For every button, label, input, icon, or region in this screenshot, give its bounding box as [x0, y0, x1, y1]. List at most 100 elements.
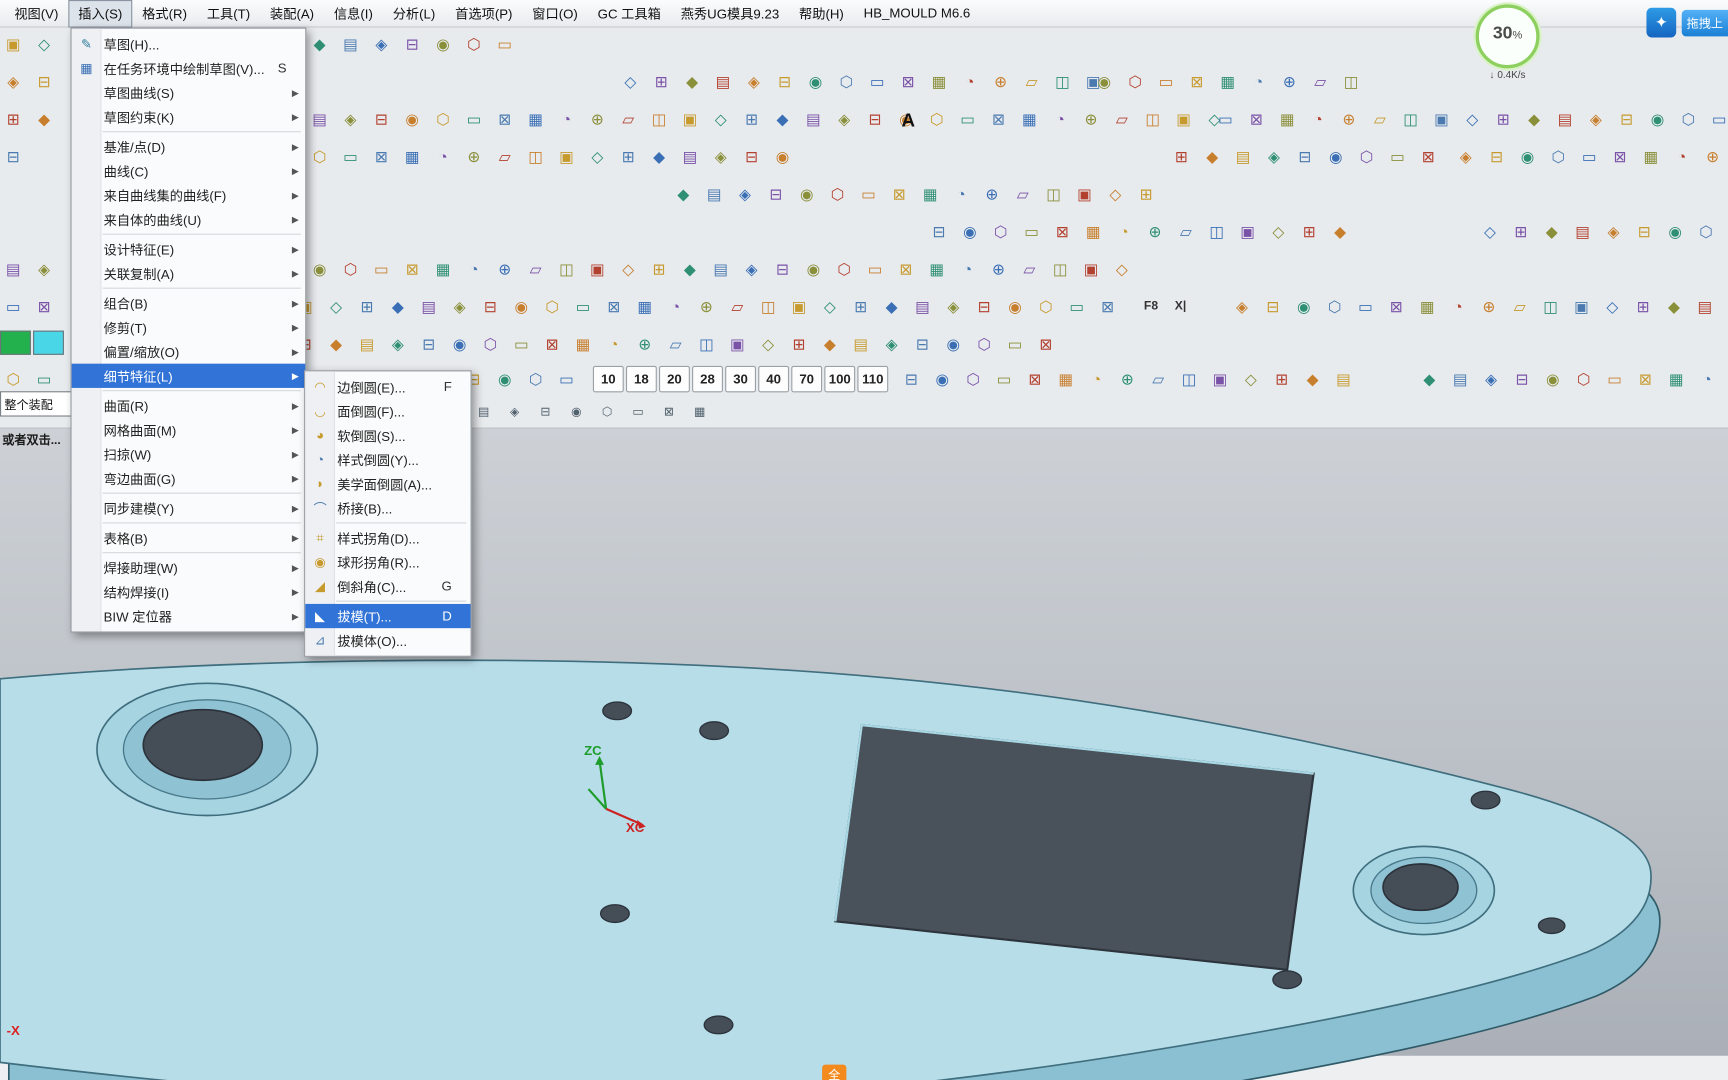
toolbar-icon[interactable]: ⊕ [492, 256, 518, 282]
toolbar-icon[interactable]: ▱ [1173, 218, 1199, 244]
insert-menu-item-27[interactable]: 焊接助理(W)▶ [72, 555, 306, 579]
toolbar-icon[interactable]: ◇ [584, 143, 610, 169]
detail-submenu-item-3[interactable]: ◔样式倒圆(Y)... [305, 447, 470, 471]
toolbar-icon[interactable]: ◔ [553, 106, 579, 132]
toolbar-icon[interactable]: ▭ [570, 293, 596, 319]
toolbar-icon[interactable]: ▱ [1018, 68, 1044, 94]
toolbar-icon[interactable]: ▭ [855, 181, 881, 207]
toolbar-number-110[interactable]: 110 [857, 366, 888, 392]
insert-menu-item-15[interactable]: 偏置/缩放(O)▶ [72, 339, 306, 363]
toolbar-icon[interactable]: ▱ [1307, 68, 1333, 94]
toolbar-icon[interactable]: ▦ [690, 401, 710, 421]
detail-submenu-item-12[interactable]: ⊿拔模体(O)... [305, 628, 470, 652]
toolbar-icon[interactable]: ▦ [1663, 366, 1689, 392]
toolbar-icon[interactable]: ▤ [710, 68, 736, 94]
toolbar-icon[interactable]: ◔ [662, 293, 688, 319]
toolbar-text-F8[interactable]: F8 [1144, 300, 1158, 313]
toolbar-icon[interactable]: ⬡ [477, 331, 503, 357]
toolbar-icon[interactable]: ▭ [862, 256, 888, 282]
toolbar-icon[interactable]: ▤ [0, 256, 26, 282]
toolbar-icon[interactable]: ◆ [1327, 218, 1353, 244]
toolbar-icon[interactable]: ◉ [793, 181, 819, 207]
toolbar-icon[interactable]: ▤ [708, 256, 734, 282]
toolbar-icon[interactable]: ▭ [1018, 218, 1044, 244]
toolbar-icon[interactable]: ◇ [1459, 106, 1485, 132]
toolbar-icon[interactable]: ⊟ [769, 256, 795, 282]
insert-menu-item-3[interactable]: 草图约束(K)▶ [72, 105, 306, 129]
toolbar-icon[interactable]: ▣ [1207, 366, 1233, 392]
toolbar-icon[interactable]: ◈ [368, 31, 394, 57]
toolbar-icon[interactable]: ◇ [1109, 256, 1135, 282]
toolbar-icon[interactable]: ⊟ [536, 401, 556, 421]
toolbar-icon[interactable]: ⬡ [1033, 293, 1059, 319]
toolbar-icon[interactable]: ▭ [508, 331, 534, 357]
toolbar-icon[interactable]: ▤ [1569, 218, 1595, 244]
toolbar-icon[interactable]: ▣ [0, 31, 26, 57]
toolbar-icon[interactable]: ▱ [615, 106, 641, 132]
toolbar-icon[interactable]: ⬡ [306, 143, 332, 169]
toolbar-icon[interactable]: ▦ [926, 68, 952, 94]
toolbar-icon[interactable]: ◆ [306, 31, 332, 57]
toolbar-icon[interactable]: ▭ [954, 106, 980, 132]
insert-menu-item-20[interactable]: 扫掠(W)▶ [72, 442, 306, 466]
toolbar-icon[interactable]: ⊠ [539, 331, 565, 357]
toolbar-icon[interactable]: ⊞ [738, 106, 764, 132]
toolbar-icon[interactable]: ▣ [677, 106, 703, 132]
toolbar-icon[interactable]: ⬡ [831, 256, 857, 282]
toolbar-icon[interactable]: ▭ [864, 68, 890, 94]
toolbar-icon[interactable]: ⬡ [1321, 293, 1347, 319]
toolbar-icon[interactable]: ◇ [817, 293, 843, 319]
toolbar-icon[interactable]: ⊟ [738, 143, 764, 169]
toolbar-icon[interactable]: ⊞ [1296, 218, 1322, 244]
toolbar-icon[interactable]: ⬡ [1353, 143, 1379, 169]
menubar-item-12[interactable]: HB_MOULD M6.6 [854, 1, 980, 25]
toolbar-icon[interactable]: ◇ [617, 68, 643, 94]
insert-menu-item-7[interactable]: 来自曲线集的曲线(F)▶ [72, 183, 306, 207]
toolbar-icon[interactable]: ⊞ [648, 68, 674, 94]
toolbar-icon[interactable]: ◔ [1305, 106, 1331, 132]
toolbar-icon[interactable]: ⊞ [847, 293, 873, 319]
toolbar-icon[interactable]: ⊟ [1613, 106, 1639, 132]
wcs-triad[interactable]: ZC XC [571, 747, 664, 848]
toolbar-icon[interactable]: ◆ [679, 68, 705, 94]
toolbar-icon[interactable]: ▭ [31, 366, 57, 392]
toolbar-icon[interactable]: ⊞ [786, 331, 812, 357]
toolbar-icon[interactable]: ◉ [940, 331, 966, 357]
toolbar-icon[interactable]: ▣ [553, 143, 579, 169]
toolbar-icon[interactable]: ◉ [957, 218, 983, 244]
toolbar-icon[interactable]: ⊠ [895, 68, 921, 94]
toolbar-icon[interactable]: ⊠ [985, 106, 1011, 132]
toolbar-icon[interactable]: ⊟ [399, 31, 425, 57]
toolbar-icon[interactable]: ◉ [430, 31, 456, 57]
toolbar-icon[interactable]: ◉ [1540, 366, 1566, 392]
toolbar-icon[interactable]: ⊕ [1142, 218, 1168, 244]
insert-menu-item-5[interactable]: 基准/点(D)▶ [72, 134, 306, 158]
toolbar-icon[interactable]: ◔ [957, 68, 983, 94]
toolbar-icon[interactable]: ◈ [741, 68, 767, 94]
toolbar-text-X|[interactable]: X| [1175, 300, 1186, 313]
toolbar-icon[interactable]: ▦ [1016, 106, 1042, 132]
toolbar-icon[interactable]: ◔ [1445, 293, 1471, 319]
toolbar-icon[interactable]: ▤ [474, 401, 494, 421]
toolbar-icon[interactable]: ▣ [786, 293, 812, 319]
toolbar-icon[interactable]: ◔ [948, 181, 974, 207]
toolbar-icon[interactable]: ▤ [1447, 366, 1473, 392]
insert-menu-item-11[interactable]: 关联复制(A)▶ [72, 261, 306, 285]
toolbar-icon[interactable]: ▭ [0, 293, 26, 319]
toolbar-icon[interactable]: ⊕ [979, 181, 1005, 207]
toolbar-icon[interactable]: ⊠ [1184, 68, 1210, 94]
toolbar-icon[interactable]: ◈ [0, 68, 26, 94]
toolbar-icon[interactable]: ▤ [354, 331, 380, 357]
detail-submenu-item-5[interactable]: ⌒桥接(B)... [305, 496, 470, 520]
toolbar-icon[interactable]: ▦ [1052, 366, 1078, 392]
toolbar-icon[interactable]: ◔ [601, 331, 627, 357]
toolbar-icon[interactable]: ▤ [1330, 366, 1356, 392]
toolbar-icon[interactable]: ◇ [1477, 218, 1503, 244]
toolbar-icon[interactable]: ◇ [615, 256, 641, 282]
toolbar-icon[interactable]: ⬡ [337, 256, 363, 282]
toolbar-number-20[interactable]: 20 [659, 366, 690, 392]
toolbar-icon[interactable]: ⊠ [1049, 218, 1075, 244]
toolbar-icon[interactable]: ⬡ [461, 31, 487, 57]
toolbar-icon[interactable]: ◈ [1229, 293, 1255, 319]
toolbar-icon[interactable]: ◉ [566, 401, 586, 421]
